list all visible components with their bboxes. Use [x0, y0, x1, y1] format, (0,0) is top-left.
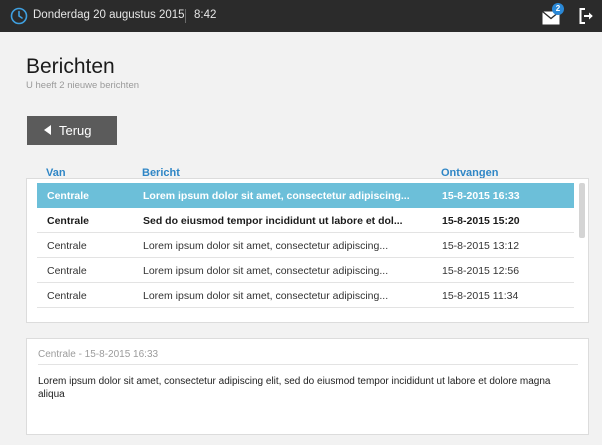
message-preview-cell: Lorem ipsum dolor sit amet, consectetur … [143, 190, 410, 202]
table-scrollbar[interactable] [579, 183, 585, 238]
sender-cell: Centrale [47, 290, 87, 302]
sender-cell: Centrale [47, 265, 87, 277]
current-date: Donderdag 20 augustus 2015 [33, 9, 185, 21]
unread-count-badge: 2 [552, 3, 564, 15]
message-row[interactable]: Centrale Lorem ipsum dolor sit amet, con… [37, 258, 574, 283]
message-detail: Centrale - 15-8-2015 16:33 Lorem ipsum d… [26, 338, 589, 435]
message-detail-body: Lorem ipsum dolor sit amet, consectetur … [38, 376, 551, 400]
back-button-label: Terug [59, 123, 92, 138]
message-row[interactable]: Centrale Lorem ipsum dolor sit amet, con… [37, 283, 574, 308]
page-title: Berichten [26, 55, 115, 78]
sender-cell: Centrale [47, 190, 90, 202]
logout-button[interactable] [578, 7, 596, 25]
arrow-left-icon [44, 125, 51, 135]
top-bar: Donderdag 20 augustus 2015 8:42 2 [0, 0, 602, 32]
received-date-cell: 15-8-2015 12:56 [442, 265, 520, 277]
message-preview-cell: Sed do eiusmod tempor incididunt ut labo… [143, 215, 403, 227]
message-preview-cell: Lorem ipsum dolor sit amet, consectetur … [143, 290, 389, 302]
page-subtitle: U heeft 2 nieuwe berichten [26, 80, 140, 91]
sender-cell: Centrale [47, 240, 87, 252]
message-preview-cell: Lorem ipsum dolor sit amet, consectetur … [143, 265, 389, 277]
message-row-selected[interactable]: Centrale Lorem ipsum dolor sit amet, con… [37, 183, 574, 208]
topbar-divider [185, 9, 186, 23]
message-detail-meta: Centrale - 15-8-2015 16:33 [38, 349, 159, 360]
message-preview-cell: Lorem ipsum dolor sit amet, consectetur … [143, 240, 389, 252]
sender-cell: Centrale [47, 215, 90, 227]
clock-icon [10, 7, 28, 25]
messages-button[interactable]: 2 [542, 3, 564, 26]
message-table: Centrale Lorem ipsum dolor sit amet, con… [26, 178, 589, 323]
received-date-cell: 15-8-2015 13:12 [442, 240, 520, 252]
message-row[interactable]: Centrale Lorem ipsum dolor sit amet, con… [37, 233, 574, 258]
logout-icon [579, 8, 593, 24]
divider [38, 364, 578, 365]
received-date-cell: 15-8-2015 11:34 [442, 290, 519, 302]
back-button[interactable]: Terug [27, 116, 117, 145]
received-date-cell: 15-8-2015 15:20 [442, 215, 520, 227]
received-date-cell: 15-8-2015 16:33 [442, 190, 520, 202]
current-time: 8:42 [194, 9, 217, 21]
message-row-unread[interactable]: Centrale Sed do eiusmod tempor incididun… [37, 208, 574, 233]
